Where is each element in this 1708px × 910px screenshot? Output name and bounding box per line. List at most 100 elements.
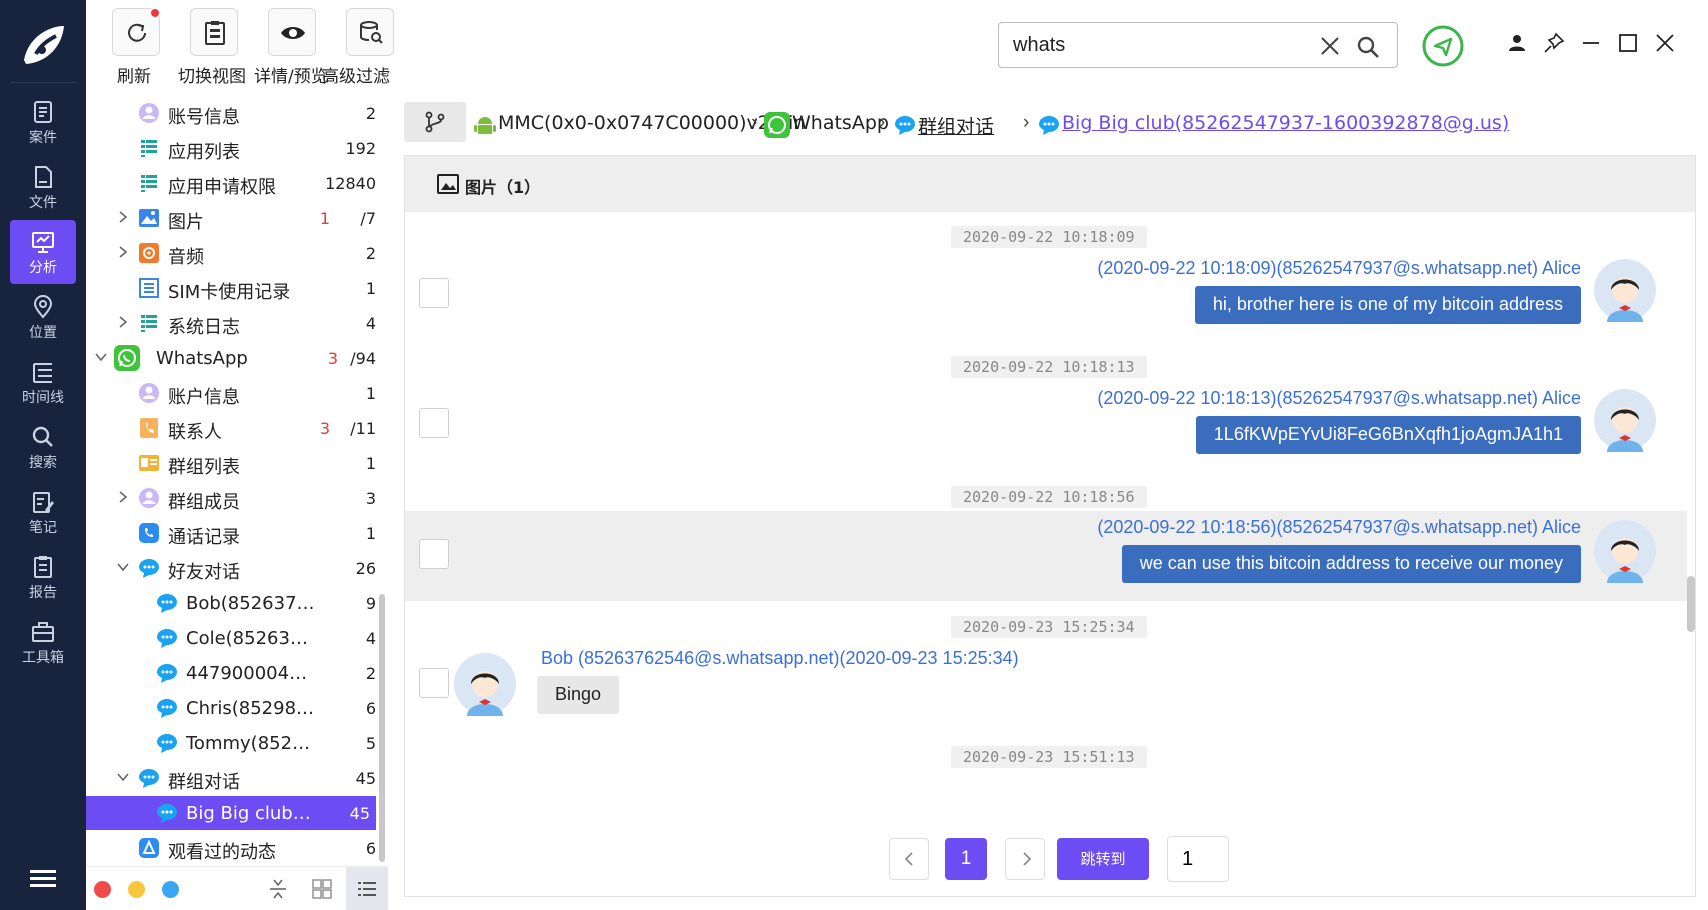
close-icon[interactable] [1654, 32, 1676, 54]
tree-item-viewed-status[interactable]: 观看过的动态 6 [86, 831, 376, 865]
tree-item-chat[interactable]: Bob(8526376... 9 [86, 586, 376, 620]
grid-view-icon[interactable] [310, 877, 334, 901]
nav-item-report[interactable]: 报告 [10, 545, 76, 609]
tree-item-chat[interactable]: Tommy(8529... 5 [86, 726, 376, 760]
tree-scrollbar[interactable] [379, 594, 385, 862]
nav-item-location[interactable]: 位置 [10, 285, 76, 349]
notification-dot [149, 7, 161, 19]
tree-item-whatsapp[interactable]: WhatsApp 3 /94 [86, 341, 376, 375]
file-icon [35, 166, 52, 188]
nav-item-timeline[interactable]: 时间线 [10, 350, 76, 414]
collapse-icon[interactable] [266, 877, 290, 901]
tree-item-chat[interactable]: Chris(852988... 6 [86, 691, 376, 725]
breadcrumb-group-chats[interactable]: 群组对话 [918, 112, 994, 139]
tree-item-count: 5 [365, 734, 376, 753]
send-icon[interactable] [1421, 24, 1465, 68]
tree-item-call-log[interactable]: 通话记录 1 [86, 516, 376, 550]
eye-icon [281, 27, 305, 39]
list-icon [140, 139, 158, 157]
search-box[interactable] [998, 22, 1398, 68]
status-icon [139, 838, 159, 858]
pin-icon[interactable] [1543, 32, 1565, 54]
tree-item-account-info[interactable]: 账号信息 2 [86, 96, 376, 130]
message-sender: (2020-09-22 10:18:13)(85262547937@s.what… [1097, 388, 1581, 408]
chevron-down-icon[interactable] [116, 770, 130, 784]
avatar [1594, 520, 1656, 583]
tree-item-count: 45 [355, 769, 376, 788]
tree-item-count: 2 [365, 244, 376, 263]
nav-item-analysis[interactable]: 分析 [10, 220, 76, 284]
tree-item-chat-selected[interactable]: Big Big club(... 45 [86, 796, 376, 830]
nav-item-note[interactable]: 笔记 [10, 480, 76, 544]
breadcrumb-file[interactable]: MMC(0x0-0x0747C00000)v2.bin [498, 112, 805, 134]
message-checkbox[interactable] [419, 668, 449, 698]
tree-item-friend-chats[interactable]: 好友对话 26 [86, 551, 376, 585]
search-icon[interactable] [1355, 34, 1381, 60]
tree-item-app-permissions[interactable]: 应用申请权限 12840 [86, 166, 376, 200]
tree-item-app-list[interactable]: 应用列表 192 [86, 131, 376, 165]
chevron-right-icon[interactable] [116, 210, 130, 224]
tree-item-chat[interactable]: 44790000440... 2 [86, 656, 376, 690]
tree-item-audio[interactable]: 音频 2 [86, 236, 376, 270]
chevron-down-icon[interactable] [116, 560, 130, 574]
details-preview-button[interactable] [268, 8, 316, 56]
user-icon[interactable] [1506, 32, 1528, 54]
yellow-filter-dot[interactable] [128, 881, 145, 898]
tree-item-system-log[interactable]: 系统日志 4 [86, 306, 376, 340]
tree-item-group-members[interactable]: 群组成员 3 [86, 481, 376, 515]
message-row: (2020-09-22 10:18:13)(85262547937@s.what… [405, 386, 1687, 476]
jump-to-page-button[interactable]: 跳转到 [1057, 838, 1149, 880]
tree-item-contacts[interactable]: 联系人 3 /11 [86, 411, 376, 445]
toolbox-icon [32, 622, 54, 642]
maximize-icon[interactable] [1617, 32, 1639, 54]
chevron-right-icon[interactable] [116, 245, 130, 259]
call-icon [139, 523, 159, 543]
tree-item-group-list[interactable]: 群组列表 1 [86, 446, 376, 480]
minimize-icon[interactable] [1580, 32, 1602, 54]
advanced-filter-button[interactable] [346, 8, 394, 56]
next-page-button[interactable] [1005, 838, 1045, 880]
switch-view-button[interactable] [190, 8, 238, 56]
message-checkbox[interactable] [419, 539, 449, 569]
message-panel: 图片（1） 2020-09-22 10:18:09 (2020-09-22 10… [404, 155, 1696, 897]
tree-item-count: 1 [365, 454, 376, 473]
tree-item-wa-account[interactable]: 账户信息 1 [86, 376, 376, 410]
tree-item-images[interactable]: 图片 1 /7 [86, 201, 376, 235]
panel-header-label[interactable]: 图片（1） [465, 174, 540, 198]
message-scrollbar[interactable] [1687, 576, 1695, 632]
nav-item-file[interactable]: 文件 [10, 155, 76, 219]
nav-item-toolbox[interactable]: 工具箱 [10, 610, 76, 674]
menu-icon[interactable] [30, 868, 56, 890]
tree-item-count: 192 [345, 139, 376, 158]
group-list-icon [139, 455, 159, 471]
chevron-right-icon[interactable] [116, 490, 130, 504]
case-icon [34, 101, 52, 123]
list-view-icon [358, 882, 376, 896]
tree-item-count: 12840 [325, 174, 376, 193]
page-number-input[interactable] [1167, 836, 1229, 882]
message-checkbox[interactable] [419, 408, 449, 438]
refresh-button[interactable] [112, 7, 161, 56]
message-checkbox[interactable] [419, 278, 449, 308]
tree-item-count: 1 [365, 524, 376, 543]
nav-item-case[interactable]: 案件 [10, 90, 76, 154]
list-view-button[interactable] [346, 867, 388, 910]
nav-item-search[interactable]: 搜索 [10, 415, 76, 479]
tree-item-chat[interactable]: Cole(8526376... 4 [86, 621, 376, 655]
red-filter-dot[interactable] [94, 881, 111, 898]
tree-item-count: /7 [360, 209, 376, 228]
breadcrumb-app[interactable]: WhatsApp [792, 112, 889, 134]
tree-item-sim-usage[interactable]: SIM卡使用记录 1 [86, 271, 376, 305]
branch-button[interactable] [404, 102, 466, 142]
tree-item-count: /11 [350, 419, 376, 438]
tree-item-group-chats[interactable]: 群组对话 45 [86, 761, 376, 795]
search-input[interactable] [1013, 31, 1313, 59]
breadcrumb-current-chat[interactable]: Big Big club(85262547937-1600392878@g.us… [1062, 112, 1509, 134]
account-icon [139, 383, 159, 403]
prev-page-button[interactable] [889, 838, 929, 880]
chevron-right-icon[interactable] [116, 315, 130, 329]
chevron-down-icon[interactable] [94, 350, 108, 364]
clear-icon[interactable] [1319, 35, 1341, 57]
current-page[interactable]: 1 [945, 838, 987, 880]
blue-filter-dot[interactable] [162, 881, 179, 898]
